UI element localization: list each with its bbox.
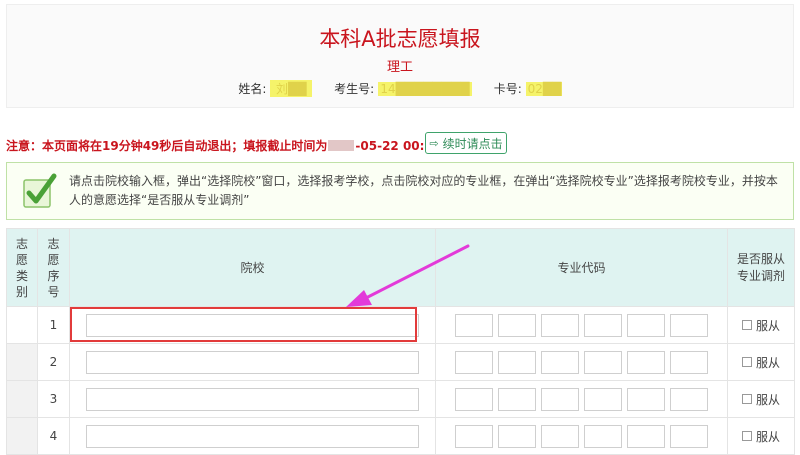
major-code-input[interactable] [541, 313, 579, 337]
table-row: 3 服从 [6, 380, 795, 418]
category-cell [6, 306, 38, 344]
row-index: 4 [37, 417, 70, 455]
checkmark-icon [23, 173, 57, 208]
school-input[interactable] [86, 387, 419, 411]
instruction-text: 请点击院校输入框，弹出“选择院校”窗口，选择报考学校，点击院校对应的专业框，在弹… [69, 174, 778, 207]
obey-checkbox[interactable] [741, 394, 752, 404]
school-input[interactable] [86, 313, 419, 337]
category-cell [6, 343, 38, 381]
col-header-category-label: 志愿类别 [15, 236, 28, 299]
major-code-input[interactable] [498, 424, 536, 448]
obey-label: 服从 [755, 392, 780, 407]
warning-prefix: 注意：本页面将在19分钟49秒后自动退出；填报截止时间为 [6, 139, 328, 153]
exam-no-value: 14████████ [377, 82, 472, 96]
card-no-field: 卡号: 02██ [494, 82, 562, 96]
obey-checkbox[interactable] [741, 320, 752, 330]
obey-label: 服从 [755, 318, 780, 333]
major-code-input[interactable] [584, 424, 622, 448]
major-code-input[interactable] [498, 350, 536, 374]
row-index: 1 [37, 306, 70, 344]
major-code-cell [435, 306, 728, 344]
major-code-input[interactable] [627, 424, 665, 448]
col-header-obey-label: 是否服从专业调剂 [736, 251, 785, 283]
candidate-info: 姓名: 刘██ 考生号: 14████████ 卡号: 02██ [7, 80, 793, 97]
major-code-cell [435, 343, 728, 381]
sign-in-icon: ⇨ [429, 136, 439, 150]
page-header: 本科A批志愿填报 理工 姓名: 刘██ 考生号: 14████████ 卡号: … [6, 4, 794, 108]
table-row: 1 服从 [6, 306, 795, 344]
obey-label: 服从 [755, 355, 780, 370]
exam-no-label: 考生号: [334, 82, 375, 96]
school-input[interactable] [86, 350, 419, 374]
school-cell [69, 343, 436, 381]
obey-cell: 服从 [727, 417, 795, 455]
major-code-input[interactable] [455, 350, 493, 374]
major-code-input[interactable] [541, 424, 579, 448]
table-row: 2 服从 [6, 343, 795, 381]
major-code-input[interactable] [498, 313, 536, 337]
page-subtitle: 理工 [386, 60, 413, 75]
school-input[interactable] [86, 424, 419, 448]
major-code-input[interactable] [455, 313, 493, 337]
timeout-warning: 注意：本页面将在19分钟49秒后自动退出；填报截止时间为 -05-22 00:00… [6, 137, 463, 154]
major-code-input[interactable] [627, 350, 665, 374]
card-no-value: 02██ [525, 82, 562, 96]
major-code-input[interactable] [584, 350, 622, 374]
col-header-order-label: 志愿序号 [47, 236, 60, 299]
major-code-cell [435, 380, 728, 418]
major-code-input[interactable] [541, 387, 579, 411]
obey-cell: 服从 [727, 306, 795, 344]
major-code-input[interactable] [670, 350, 708, 374]
renew-session-label: 续时请点击 [442, 136, 503, 151]
major-code-input[interactable] [670, 424, 708, 448]
major-code-input[interactable] [627, 313, 665, 337]
major-code-input[interactable] [670, 313, 708, 337]
instruction-notice: 请点击院校输入框，弹出“选择院校”窗口，选择报考学校，点击院校对应的专业框，在弹… [6, 162, 794, 220]
col-header-order: 志愿序号 [37, 228, 70, 307]
page-title: 本科A批志愿填报 [319, 27, 481, 51]
category-cell [6, 417, 38, 455]
major-code-input[interactable] [455, 424, 493, 448]
major-code-input[interactable] [498, 387, 536, 411]
name-label: 姓名: [238, 82, 267, 96]
col-header-major-code: 专业代码 [435, 228, 728, 307]
school-cell [69, 417, 436, 455]
exam-no-field: 考生号: 14████████ [334, 82, 476, 96]
major-code-input[interactable] [670, 387, 708, 411]
major-code-input[interactable] [455, 387, 493, 411]
major-code-cell [435, 417, 728, 455]
obey-label: 服从 [755, 429, 780, 444]
obey-checkbox[interactable] [741, 431, 752, 441]
obey-cell: 服从 [727, 343, 795, 381]
col-header-category: 志愿类别 [6, 228, 38, 307]
row-index: 3 [37, 380, 70, 418]
redacted-year [328, 140, 355, 151]
category-cell [6, 380, 38, 418]
major-code-input[interactable] [541, 350, 579, 374]
major-code-input[interactable] [584, 387, 622, 411]
col-header-obey: 是否服从专业调剂 [727, 228, 795, 307]
name-field: 姓名: 刘██ [238, 80, 316, 97]
row-index: 2 [37, 343, 70, 381]
preference-table: 志愿类别 志愿序号 院校 专业代码 是否服从专业调剂 1 服从 2 服从 3 服… [6, 228, 795, 455]
major-code-input[interactable] [584, 313, 622, 337]
table-header-row: 志愿类别 志愿序号 院校 专业代码 是否服从专业调剂 [6, 228, 795, 307]
school-cell [69, 306, 436, 344]
major-code-input[interactable] [627, 387, 665, 411]
school-cell [69, 380, 436, 418]
obey-cell: 服从 [727, 380, 795, 418]
renew-session-button[interactable]: ⇨ 续时请点击 [425, 132, 507, 154]
col-header-school: 院校 [69, 228, 436, 307]
card-no-label: 卡号: [493, 82, 522, 96]
table-row: 4 服从 [6, 417, 795, 455]
name-value: 刘██ [270, 80, 313, 97]
obey-checkbox[interactable] [741, 357, 752, 367]
